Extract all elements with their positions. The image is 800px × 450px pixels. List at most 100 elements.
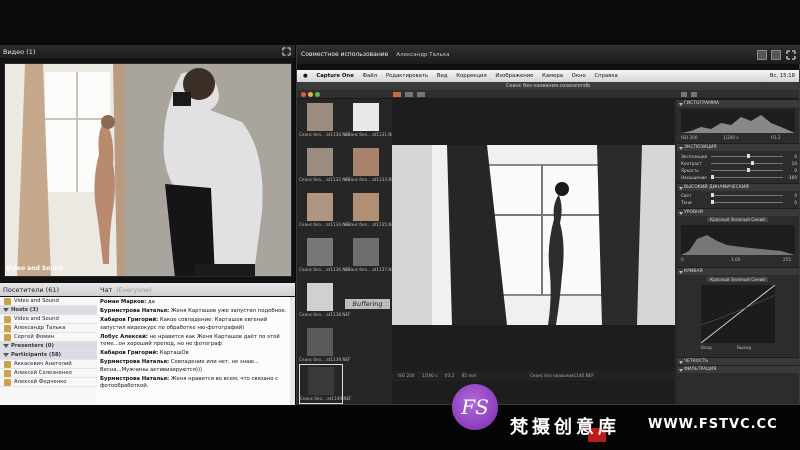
- capture-one-window: Сеанс без названия.cosessiondb Сеанс без…: [297, 82, 799, 404]
- chat-message: Хабаров Григорий: КарташOв: [100, 350, 189, 357]
- curve-graph[interactable]: [701, 285, 775, 343]
- chat-message: Лобус Алексей: не нравится как Женя Карт…: [100, 333, 280, 348]
- attendee-row[interactable]: Александр Талька: [0, 324, 97, 333]
- thumbnail[interactable]: Сеанс без... at1134.NEF: [299, 191, 351, 231]
- attendee-row[interactable]: Алексей Федченко: [0, 378, 97, 387]
- c1-window-title: Сеанс без названия.cosessiondb: [297, 82, 799, 90]
- video-pod-title: Видео (1): [0, 45, 295, 59]
- attendee-row[interactable]: Video and Sound: [0, 297, 97, 306]
- chevron-down-icon: [3, 307, 9, 312]
- chat-scope[interactable]: (Everyone): [116, 286, 152, 294]
- slider-saturation[interactable]: Насыщение -100: [681, 174, 797, 181]
- thumbnail[interactable]: Сеанс без... at1135.NEF: [345, 191, 397, 231]
- levels-histogram: [681, 225, 795, 255]
- minimize-icon[interactable]: [308, 92, 313, 97]
- video-image: [5, 64, 291, 276]
- watermark-logo: FS: [461, 395, 489, 419]
- curve-channel[interactable]: Красный Зеленый Синий: [707, 277, 769, 282]
- attendee-list: Video and Sound Hosts (3) Video and Soun…: [0, 297, 97, 405]
- histogram-header[interactable]: ГИСТОГРАММА: [677, 99, 799, 107]
- video-feed: [4, 63, 292, 277]
- attendee-row[interactable]: Сергей Фомин: [0, 333, 97, 342]
- slider-brightness[interactable]: Яркость 0: [681, 167, 797, 174]
- attendee-row[interactable]: Алексей Селезненко: [0, 369, 97, 378]
- watermark-text: 梵摄创意库: [510, 417, 620, 438]
- menu-camera[interactable]: Камера: [542, 73, 563, 79]
- fullscreen-button[interactable]: [757, 50, 767, 60]
- slider-contrast[interactable]: Контраст 10: [681, 160, 797, 167]
- tool-icon[interactable]: [691, 92, 697, 97]
- expand-icon[interactable]: [786, 50, 796, 60]
- menu-edit[interactable]: Редактировать: [386, 73, 428, 79]
- zoom-icon[interactable]: [315, 92, 320, 97]
- chat-scrollbar[interactable]: [290, 297, 295, 405]
- menu-app[interactable]: Capture One: [316, 73, 353, 79]
- watermark-url: WWW.FSTVC.CC: [648, 417, 778, 432]
- user-icon: [4, 361, 11, 368]
- tool-icon[interactable]: [393, 92, 401, 97]
- chat-message: Бурмистрова Наталья: Совпадение или нет,…: [100, 359, 259, 373]
- chat-message: Бурмистрова Наталья: Женя Карташов уже з…: [100, 308, 287, 315]
- thumbnail[interactable]: Сеанс без... at1133.NEF: [345, 146, 397, 186]
- tool-icon[interactable]: [681, 92, 687, 97]
- chat-message: Бурмистрова Наталья: Женя нравится во вс…: [100, 375, 279, 390]
- user-icon: [4, 316, 11, 323]
- user-icon: [4, 325, 11, 332]
- sharpness-header[interactable]: ЧЕТКОСТЬ: [677, 357, 799, 365]
- apple-icon[interactable]: ●: [303, 73, 308, 79]
- attendees-title: Посетители (61): [0, 283, 97, 297]
- tool-icon[interactable]: [405, 92, 413, 97]
- user-icon: [4, 334, 11, 341]
- presenter-name: Александр Талька: [396, 52, 450, 58]
- menu-file[interactable]: Файл: [362, 73, 377, 79]
- exposure-header[interactable]: ЭКСПОЗИЦИЯ: [677, 143, 799, 151]
- thumbnail[interactable]: Сеанс без... at1130.NEF: [299, 101, 351, 141]
- video-pod-title-text: Видео (1): [3, 48, 36, 56]
- group-presenters[interactable]: Presenters (0): [0, 342, 97, 351]
- menu-window[interactable]: Окно: [572, 73, 586, 79]
- curve-header[interactable]: КРИВАЯ: [677, 267, 799, 275]
- slider-exposure[interactable]: Экспозиция 0: [681, 153, 797, 160]
- menu-image[interactable]: Изображение: [495, 73, 533, 79]
- menu-correction[interactable]: Коррекция: [456, 73, 486, 79]
- thumbnail[interactable]: Сеанс без... at1137.NEF: [345, 236, 397, 276]
- share-pod-title: Совместное использование Александр Тальк…: [297, 46, 800, 64]
- user-icon: [4, 379, 11, 386]
- slider-highlights[interactable]: Свет 0: [681, 192, 797, 199]
- group-hosts[interactable]: Hosts (3): [0, 306, 97, 315]
- tool-icon[interactable]: [417, 92, 425, 97]
- chat-title: Чат (Everyone): [97, 283, 295, 297]
- share-pod: Совместное использование Александр Тальк…: [296, 45, 800, 405]
- attendees-pod: Посетители (61) Video and Sound Hosts (3…: [0, 283, 97, 405]
- chat-message: Хабаров Григорий: Какое совпадение: Карт…: [100, 317, 268, 331]
- close-icon[interactable]: [301, 92, 306, 97]
- noise-header[interactable]: ФИЛЬТРАЦИЯ: [677, 365, 799, 373]
- thumbnail[interactable]: Сеанс без... at1131.NEF: [345, 101, 397, 141]
- histogram: [681, 109, 795, 133]
- screen: Видео (1) Video and Sound Совместное исп…: [0, 0, 800, 450]
- thumbnail-selected[interactable]: Сеанс без... at1140.NEF: [299, 364, 352, 404]
- levels-header[interactable]: УРОВНИ: [677, 208, 799, 216]
- thumbnail[interactable]: Сеанс без... at1136.NEF: [299, 236, 351, 276]
- buffering-indicator: Buffering: [345, 299, 390, 309]
- hdr-header[interactable]: ВЫСОКИЙ ДИНАМИЧЕСКИЙ: [677, 183, 799, 191]
- chat-pod: Чат (Everyone) Роман Марков: да Бурмистро…: [97, 283, 295, 405]
- thumbnail[interactable]: Сеанс без... at1132.NEF: [299, 146, 351, 186]
- viewer-metadata: ISO 200 1/200 s f/3.2 85 mm Сеанс без на…: [392, 371, 675, 381]
- slider-shadows[interactable]: Тени 0: [681, 199, 797, 206]
- attendee-row[interactable]: Аккасевич Анатолий: [0, 360, 97, 369]
- viewer-photo: [392, 145, 675, 325]
- expand-icon[interactable]: [282, 47, 291, 56]
- attendee-row[interactable]: Video and Sound: [0, 315, 97, 324]
- levels-channel[interactable]: Красный Зеленый Синий: [707, 217, 769, 222]
- menu-view[interactable]: Вид: [437, 73, 448, 79]
- menu-help[interactable]: Справка: [594, 73, 617, 79]
- thumbnail[interactable]: Сеанс без... at1138.NEF: [299, 281, 351, 321]
- group-participants[interactable]: Participants (58): [0, 351, 97, 360]
- chevron-down-icon: [3, 343, 9, 348]
- fit-button[interactable]: [771, 50, 781, 60]
- c1-browser: Сеанс без... at1130.NEF Сеанс без... at1…: [297, 99, 397, 404]
- chevron-down-icon: [3, 352, 9, 357]
- thumbnail[interactable]: Сеанс без... at1139.NEF: [299, 326, 351, 366]
- menubar-clock: Вс, 15:18: [769, 73, 795, 79]
